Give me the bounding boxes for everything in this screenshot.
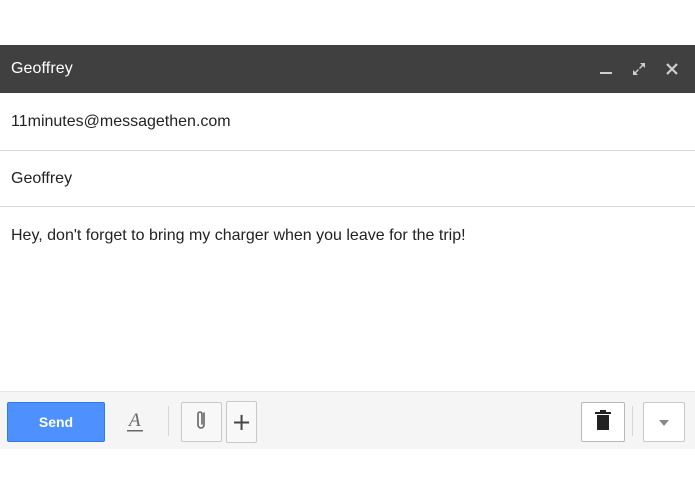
subject-field[interactable]: Geoffrey bbox=[0, 151, 695, 207]
plus-icon: + bbox=[231, 408, 252, 436]
attach-icon bbox=[194, 408, 210, 437]
compose-titlebar[interactable]: Geoffrey bbox=[0, 45, 695, 93]
dropdown-arrow-icon bbox=[659, 413, 669, 431]
window-controls bbox=[584, 45, 695, 93]
compose-title: Geoffrey bbox=[11, 60, 73, 77]
more-options-button[interactable]: + bbox=[226, 401, 257, 443]
compose-window: Geoffrey 11minutes@messagethen.com Geoff… bbox=[0, 45, 695, 449]
subject-text: Geoffrey bbox=[11, 169, 73, 187]
minimize-icon[interactable] bbox=[595, 58, 617, 80]
svg-text:A: A bbox=[127, 410, 141, 431]
compose-toolbar: Send A + bbox=[0, 391, 695, 449]
send-button[interactable]: Send bbox=[7, 402, 105, 442]
expand-icon[interactable] bbox=[628, 58, 650, 80]
to-recipient: 11minutes@messagethen.com bbox=[11, 112, 231, 130]
more-actions-button[interactable] bbox=[643, 402, 685, 442]
attach-button[interactable] bbox=[181, 402, 222, 442]
message-body[interactable]: Hey, don't forget to bring my charger wh… bbox=[0, 207, 695, 390]
close-icon[interactable] bbox=[661, 58, 683, 80]
toolbar-divider bbox=[168, 406, 169, 436]
to-field[interactable]: 11minutes@messagethen.com bbox=[0, 93, 695, 151]
trash-icon bbox=[594, 409, 612, 436]
discard-draft-button[interactable] bbox=[581, 402, 625, 442]
toolbar-divider bbox=[632, 406, 633, 436]
message-body-text: Hey, don't forget to bring my charger wh… bbox=[11, 227, 466, 244]
format-text-icon[interactable]: A bbox=[122, 406, 148, 436]
